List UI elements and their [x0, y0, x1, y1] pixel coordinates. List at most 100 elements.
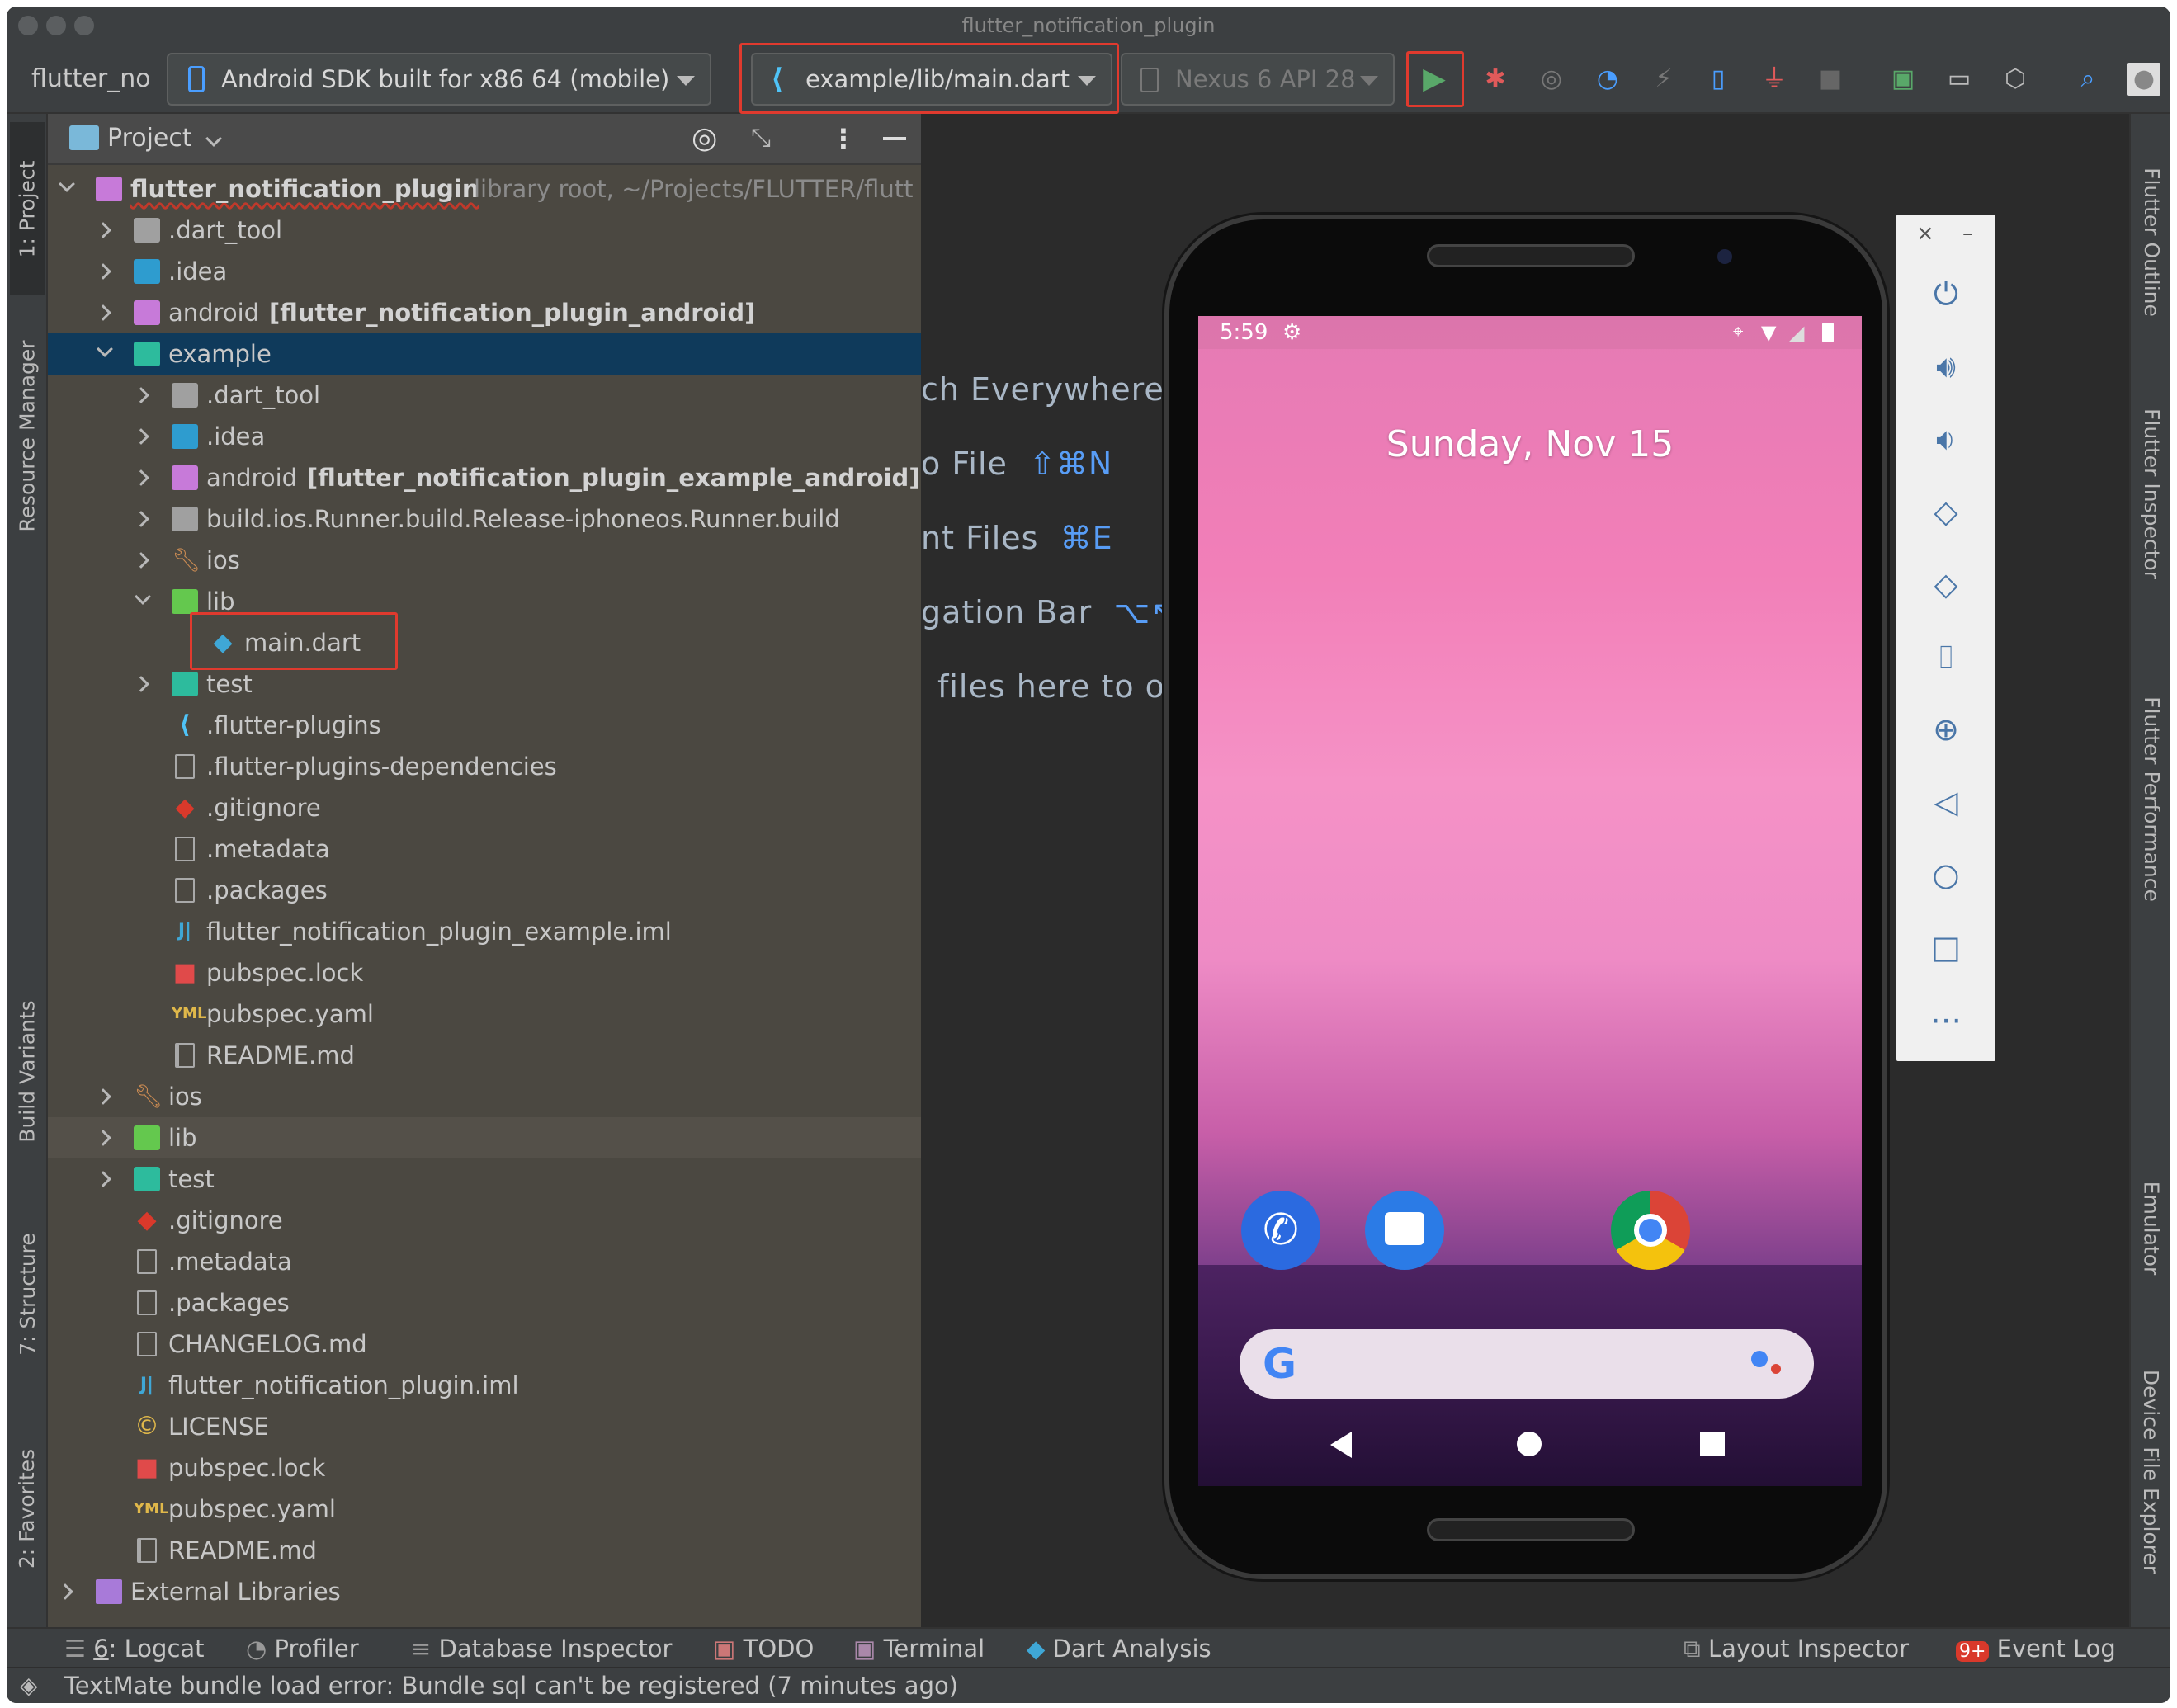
emulator-minimize-button[interactable]: –: [1962, 221, 1973, 246]
tree-row[interactable]: .metadata: [48, 828, 921, 870]
hide-panel-icon[interactable]: [883, 137, 906, 140]
camera-icon[interactable]: ⌷: [1921, 632, 1971, 682]
tab-layout-inspector[interactable]: ⧉ Layout Inspector: [1684, 1629, 1909, 1668]
tree-row[interactable]: ◆ main.dart: [48, 622, 921, 663]
tree-row[interactable]: flutter_notification_plugin library root…: [48, 168, 921, 210]
stop-icon[interactable]: ■: [1814, 63, 1847, 96]
tab-emulator[interactable]: Emulator: [2134, 1145, 2169, 1310]
tree-row[interactable]: ◆ .gitignore: [48, 1200, 921, 1241]
tree-row[interactable]: README.md: [48, 1530, 921, 1571]
messages-app-icon[interactable]: [1365, 1191, 1444, 1270]
tree-row[interactable]: ■ pubspec.lock: [48, 952, 921, 993]
tab-build-variants[interactable]: Build Variants: [10, 964, 45, 1178]
search-icon[interactable]: ⌕: [2071, 63, 2104, 96]
project-view-selector[interactable]: Project: [107, 114, 192, 163]
tree-row[interactable]: J| flutter_notification_plugin_example.i…: [48, 911, 921, 952]
tab-event-log[interactable]: 9+ Event Log: [1956, 1629, 2116, 1672]
debug-icon[interactable]: ✱: [1479, 63, 1512, 96]
tab-todo[interactable]: ▣ TODO: [713, 1629, 814, 1668]
zoom-icon[interactable]: ⊕: [1921, 705, 1971, 754]
emulator-screen[interactable]: 5:59 ⚙ ⌖ ▼ ◢ Sunday, Nov 15 ✆ G: [1198, 316, 1862, 1486]
assistant-icon[interactable]: [1751, 1351, 1768, 1367]
tree-row[interactable]: example: [48, 333, 921, 375]
tree-row[interactable]: build.ios.Runner.build.Release-iphoneos.…: [48, 498, 921, 540]
tab-device-file-explorer[interactable]: Device File Explorer: [2134, 1335, 2169, 1607]
tree-row[interactable]: lib: [48, 1117, 921, 1158]
minimize-window-button[interactable]: [46, 16, 66, 35]
rotate-right-icon[interactable]: ◇: [1921, 559, 1971, 609]
tree-row[interactable]: test: [48, 1158, 921, 1200]
tree-row[interactable]: .flutter-plugins-dependencies: [48, 746, 921, 787]
chevron-down-icon[interactable]: [205, 130, 222, 147]
tab-profiler[interactable]: ◔ Profiler: [246, 1629, 359, 1668]
tree-row[interactable]: YML pubspec.yaml: [48, 1489, 921, 1530]
tree-row[interactable]: lib: [48, 581, 921, 622]
project-name[interactable]: flutter_no: [31, 45, 151, 114]
tab-resource-manager[interactable]: Resource Manager: [10, 312, 45, 559]
tree-row[interactable]: YML pubspec.yaml: [48, 993, 921, 1035]
android-recents-button[interactable]: [1700, 1432, 1725, 1456]
tab-dart-analysis[interactable]: ◆ Dart Analysis: [1027, 1629, 1211, 1668]
tab-flutter-inspector[interactable]: Flutter Inspector: [2134, 370, 2169, 617]
rotate-left-icon[interactable]: ◇: [1921, 487, 1971, 536]
tab-structure[interactable]: 7: Structure: [10, 1203, 45, 1385]
tree-row[interactable]: test: [48, 663, 921, 705]
tree-row[interactable]: 🔧︎ ios: [48, 540, 921, 581]
terminal-icon[interactable]: ▣: [1887, 63, 1920, 96]
hot-reload-icon[interactable]: ⚡: [1647, 63, 1680, 96]
tree-row[interactable]: android [flutter_notification_plugin_and…: [48, 292, 921, 333]
tree-row[interactable]: External Libraries: [48, 1571, 921, 1612]
tree-row[interactable]: .dart_tool: [48, 210, 921, 251]
more-icon[interactable]: ⋯: [1921, 995, 1971, 1045]
tree-row[interactable]: .idea: [48, 251, 921, 292]
sdk-manager-icon[interactable]: ⬡: [1999, 63, 2032, 96]
options-icon[interactable]: ⋮: [830, 114, 857, 163]
tree-row[interactable]: J| flutter_notification_plugin.iml: [48, 1365, 921, 1406]
device-selector[interactable]: Android SDK built for x86 64 (mobile): [167, 53, 711, 106]
chrome-app-icon[interactable]: [1611, 1191, 1690, 1270]
tab-favorites[interactable]: 2: Favorites: [10, 1426, 45, 1591]
apply-changes-icon[interactable]: ▯: [1702, 63, 1735, 96]
tree-row[interactable]: 🔧︎ ios: [48, 1076, 921, 1117]
tab-database-inspector[interactable]: ≡ Database Inspector: [411, 1629, 672, 1668]
overview-icon[interactable]: □: [1921, 922, 1971, 972]
tree-row[interactable]: ⟨ .flutter-plugins: [48, 705, 921, 746]
google-search-bar[interactable]: G: [1240, 1329, 1814, 1399]
tab-logcat[interactable]: ☰ 6: Logcat: [64, 1629, 205, 1668]
status-message[interactable]: TextMate bundle load error: Bundle sql c…: [64, 1668, 958, 1703]
android-home-button[interactable]: [1517, 1432, 1542, 1456]
phone-app-icon[interactable]: ✆: [1241, 1191, 1320, 1270]
tree-row[interactable]: README.md: [48, 1035, 921, 1076]
account-icon[interactable]: ●: [2127, 63, 2160, 96]
close-window-button[interactable]: [18, 16, 38, 35]
tab-project[interactable]: 1: Project: [10, 122, 45, 295]
run-button[interactable]: ▶: [1418, 63, 1451, 96]
avd-manager-icon[interactable]: ▭: [1943, 63, 1976, 96]
plug-icon[interactable]: ⏚: [1758, 63, 1791, 96]
attach-debugger-icon[interactable]: ◎: [1535, 63, 1568, 96]
zoom-window-button[interactable]: [74, 16, 94, 35]
tree-row[interactable]: © LICENSE: [48, 1406, 921, 1447]
tree-row[interactable]: .packages: [48, 1282, 921, 1323]
volume-down-icon[interactable]: 🔉︎: [1921, 414, 1971, 464]
volume-up-icon[interactable]: 🔊︎: [1921, 342, 1971, 391]
tree-row[interactable]: android [flutter_notification_plugin_exa…: [48, 457, 921, 498]
tab-terminal[interactable]: ▣ Terminal: [853, 1629, 985, 1668]
emulator-close-button[interactable]: ×: [1916, 221, 1934, 246]
tree-row[interactable]: .dart_tool: [48, 375, 921, 416]
back-icon[interactable]: ◁: [1921, 777, 1971, 827]
avd-selector[interactable]: Nexus 6 API 28: [1121, 53, 1395, 106]
collapse-all-icon[interactable]: ⤡: [751, 114, 771, 163]
tree-row[interactable]: ◆ .gitignore: [48, 787, 921, 828]
tab-flutter-performance[interactable]: Flutter Performance: [2134, 642, 2169, 955]
power-icon[interactable]: ⏻: [1921, 269, 1971, 318]
tree-row[interactable]: CHANGELOG.md: [48, 1323, 921, 1365]
tree-row[interactable]: ■ pubspec.lock: [48, 1447, 921, 1489]
tree-row[interactable]: .packages: [48, 870, 921, 911]
profile-icon[interactable]: ◔: [1591, 63, 1624, 96]
android-back-button[interactable]: [1330, 1432, 1352, 1458]
tab-flutter-outline[interactable]: Flutter Outline: [2134, 130, 2169, 353]
tree-row[interactable]: .metadata: [48, 1241, 921, 1282]
locate-icon[interactable]: ◎: [692, 114, 717, 163]
home-icon[interactable]: ○: [1921, 850, 1971, 899]
